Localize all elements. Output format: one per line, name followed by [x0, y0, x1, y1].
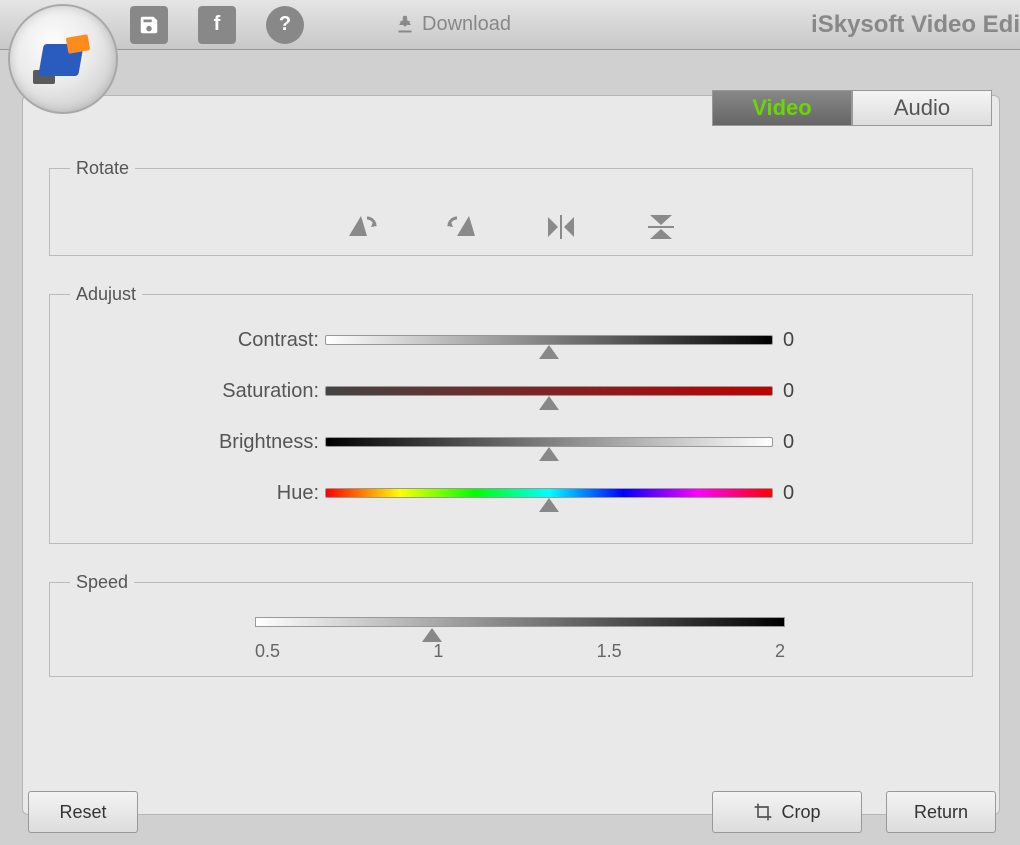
brightness-label: Brightness:: [70, 431, 325, 454]
brightness-value: 0: [783, 431, 794, 454]
rotate-ccw-icon[interactable]: [441, 207, 481, 247]
flip-vertical-icon[interactable]: [641, 207, 681, 247]
facebook-icon[interactable]: f: [198, 6, 236, 44]
help-icon[interactable]: ?: [266, 6, 304, 44]
flip-horizontal-icon[interactable]: [541, 207, 581, 247]
download-button[interactable]: Download: [394, 13, 511, 36]
speed-tick-3: 2: [775, 641, 785, 662]
brightness-slider[interactable]: [325, 437, 773, 449]
download-label: Download: [422, 13, 511, 36]
speed-tick-1: 1: [433, 641, 443, 662]
speed-labels: 0.5 1 1.5 2: [255, 641, 785, 662]
brightness-row: Brightness: 0: [70, 431, 952, 454]
app-title: iSkysoft Video Edi: [811, 11, 1020, 39]
adjust-group: Adujust Contrast: 0 Saturation: 0 Bright…: [49, 284, 973, 544]
saturation-row: Saturation: 0: [70, 380, 952, 403]
hue-value: 0: [783, 482, 794, 505]
speed-slider[interactable]: 0.5 1 1.5 2: [255, 617, 785, 662]
contrast-value: 0: [783, 329, 794, 352]
speed-group: Speed 0.5 1 1.5 2: [49, 572, 973, 677]
rotate-group: Rotate: [49, 158, 973, 256]
crop-button[interactable]: Crop: [712, 791, 862, 833]
contrast-row: Contrast: 0: [70, 329, 952, 352]
speed-legend: Speed: [70, 572, 134, 593]
contrast-label: Contrast:: [70, 329, 325, 352]
hue-slider[interactable]: [325, 488, 773, 500]
saturation-value: 0: [783, 380, 794, 403]
saturation-slider[interactable]: [325, 386, 773, 398]
app-logo: [8, 4, 118, 114]
main-area: Video Audio Rotate Adujust: [0, 50, 1020, 845]
rotate-cw-icon[interactable]: [341, 207, 381, 247]
download-icon: [394, 14, 416, 36]
tab-video[interactable]: Video: [712, 90, 852, 126]
crop-label: Crop: [781, 802, 820, 823]
hue-label: Hue:: [70, 482, 325, 505]
speed-tick-0: 0.5: [255, 641, 280, 662]
contrast-slider[interactable]: [325, 335, 773, 347]
adjust-legend: Adujust: [70, 284, 142, 305]
crop-icon: [753, 802, 773, 822]
return-button[interactable]: Return: [886, 791, 996, 833]
rotate-legend: Rotate: [70, 158, 135, 179]
settings-panel: Rotate Adujust Contrast:: [22, 95, 1000, 815]
tab-audio[interactable]: Audio: [852, 90, 992, 126]
hue-row: Hue: 0: [70, 482, 952, 505]
save-icon[interactable]: [130, 6, 168, 44]
top-toolbar: f ? Download iSkysoft Video Edi: [0, 0, 1020, 50]
tab-row: Video Audio: [712, 90, 992, 126]
bottom-buttons: Reset Crop Return: [28, 791, 1010, 833]
speed-tick-2: 1.5: [597, 641, 622, 662]
saturation-label: Saturation:: [70, 380, 325, 403]
reset-button[interactable]: Reset: [28, 791, 138, 833]
